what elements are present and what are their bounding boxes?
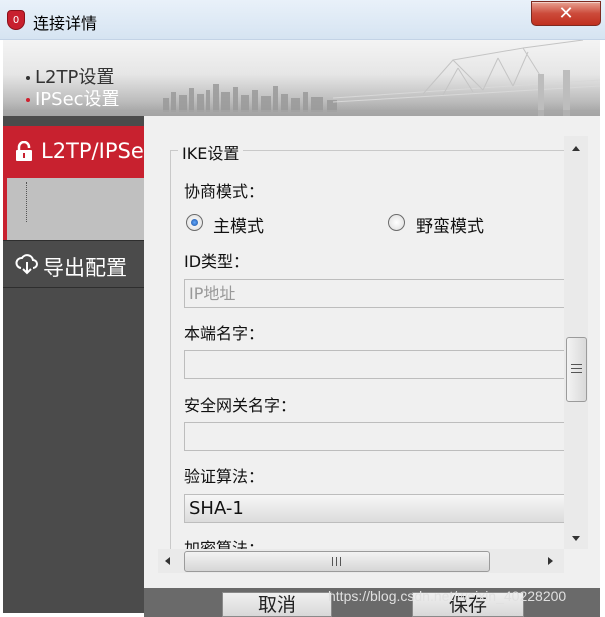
vertical-scroll-thumb[interactable] (566, 337, 587, 402)
main-mode-label: 主模式 (213, 217, 264, 237)
local-name-field[interactable] (184, 350, 564, 379)
watermark-text: https://blog.csdn.net/weixin_40228200 (328, 588, 567, 604)
id-type-label: ID类型： (184, 252, 250, 271)
scroll-left-arrow-icon[interactable] (165, 557, 170, 565)
sidebar-subnav (3, 178, 144, 240)
close-button[interactable]: ✕ (531, 1, 601, 26)
shield-logo-icon: 0 (7, 10, 25, 30)
subitem-label: IPSec设置 (35, 89, 120, 110)
cancel-button[interactable]: 取消 (222, 592, 332, 617)
sidebar-item-l2tp-ipsec[interactable]: L2TP/IPSec (3, 126, 144, 178)
title-bar: 0 连接详情 ✕ (0, 0, 605, 40)
scroll-corner (564, 549, 588, 573)
lock-icon (16, 141, 32, 161)
horizontal-scroll-thumb[interactable] (184, 551, 490, 572)
gateway-name-field[interactable] (184, 422, 564, 451)
grip-line (340, 557, 341, 566)
tree-connector (26, 182, 27, 222)
id-type-field[interactable]: IP地址 (184, 279, 564, 308)
local-name-label: 本端名字： (184, 324, 265, 343)
grip-line (571, 368, 582, 369)
scroll-up-arrow-icon[interactable] (572, 146, 580, 151)
encryption-algorithm-label: 加密算法： (184, 539, 265, 549)
bullet-icon (26, 76, 30, 80)
auth-algorithm-select[interactable]: SHA-1 (184, 494, 564, 523)
sidebar: L2TP/IPSec 导出配置 (3, 116, 144, 613)
grip-line (336, 557, 337, 566)
window-title: 连接详情 (33, 14, 98, 33)
grip-line (332, 557, 333, 566)
group-title: IKE设置 (178, 140, 244, 164)
aggressive-mode-label: 野蛮模式 (416, 217, 484, 237)
auth-algorithm-label: 验证算法： (184, 467, 265, 486)
bullet-icon (26, 98, 30, 102)
grip-line (571, 372, 582, 373)
scroll-down-arrow-icon[interactable] (572, 536, 580, 541)
gateway-name-label: 安全网关名字： (184, 396, 297, 415)
grip-line (571, 364, 582, 365)
scroll-right-arrow-icon[interactable] (548, 557, 553, 565)
cloud-download-icon (15, 254, 38, 275)
sidebar-subitem-ipsec-settings[interactable]: IPSec设置 (26, 85, 138, 111)
aggressive-mode-radio[interactable] (388, 214, 405, 231)
main-mode-radio[interactable] (186, 214, 203, 231)
negotiation-mode-label: 协商模式： (184, 182, 265, 201)
sidebar-item-label: L2TP/IPSec (41, 139, 144, 163)
sidebar-item-label: 导出配置 (43, 256, 127, 280)
sidebar-item-export[interactable]: 导出配置 (3, 240, 144, 288)
